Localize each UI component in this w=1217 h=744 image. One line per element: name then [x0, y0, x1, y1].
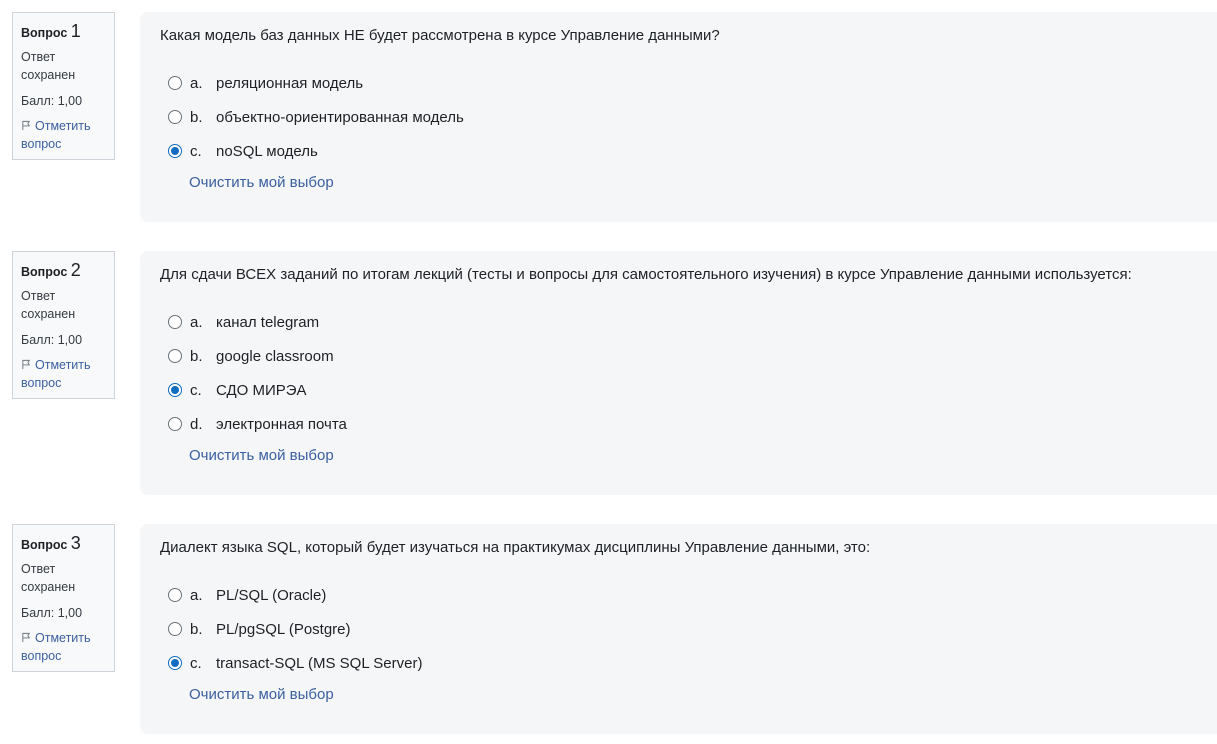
flag-question-link[interactable]: Отметить вопрос: [21, 117, 106, 153]
option-label: электронная почта: [216, 415, 347, 433]
radio-button[interactable]: [168, 622, 182, 636]
question-info-panel: Вопрос 1 Ответ сохранен Балл: 1,00 Отмет…: [12, 12, 115, 160]
answer-option-b[interactable]: b. PL/pgSQL (Postgre): [160, 612, 1197, 646]
radio-button[interactable]: [168, 588, 182, 602]
question-number-value: 1: [70, 21, 81, 41]
option-letter: b.: [190, 620, 203, 638]
clear-choice-link[interactable]: Очистить мой выбор: [189, 686, 334, 703]
answer-option-a[interactable]: a. канал telegram: [160, 305, 1197, 339]
radio-button[interactable]: [168, 76, 182, 90]
option-letter: c.: [190, 654, 202, 672]
option-label: реляционная модель: [216, 74, 364, 92]
flag-question-link[interactable]: Отметить вопрос: [21, 629, 106, 665]
radio-button[interactable]: [168, 315, 182, 329]
flag-icon: [22, 632, 31, 643]
option-letter: a.: [190, 586, 203, 604]
question-text: Какая модель баз данных НЕ будет рассмот…: [160, 27, 720, 44]
question-text: Для сдачи ВСЕХ заданий по итогам лекций …: [160, 266, 1132, 283]
option-letter: c.: [190, 381, 202, 399]
option-letter: d.: [190, 415, 203, 433]
question-grade: Балл: 1,00: [21, 333, 83, 347]
clear-choice-link[interactable]: Очистить мой выбор: [189, 174, 334, 191]
radio-button[interactable]: [168, 417, 182, 431]
flag-icon: [22, 120, 31, 131]
question-word: Вопрос: [21, 265, 68, 279]
radio-button-selected[interactable]: [168, 656, 182, 670]
option-letter: b.: [190, 108, 203, 126]
question-word: Вопрос: [21, 538, 68, 552]
question-content: Для сдачи ВСЕХ заданий по итогам лекций …: [140, 251, 1217, 495]
option-label: канал telegram: [216, 313, 320, 331]
option-label: google classroom: [216, 347, 334, 365]
question-content: Какая модель баз данных НЕ будет рассмот…: [140, 12, 1217, 222]
option-letter: a.: [190, 74, 203, 92]
answer-options: a. реляционная модель b. объектно-ориент…: [160, 66, 1197, 192]
question-number-value: 2: [70, 260, 81, 280]
option-label: transact-SQL (MS SQL Server): [216, 654, 423, 672]
option-letter: b.: [190, 347, 203, 365]
question-state: Ответ сохранен: [21, 50, 76, 82]
answer-option-b[interactable]: b. google classroom: [160, 339, 1197, 373]
question-info-panel: Вопрос 3 Ответ сохранен Балл: 1,00 Отмет…: [12, 524, 115, 672]
question-state: Ответ сохранен: [21, 562, 76, 594]
answer-option-a[interactable]: a. реляционная модель: [160, 66, 1197, 100]
option-label: PL/SQL (Oracle): [216, 586, 327, 604]
clear-choice-link[interactable]: Очистить мой выбор: [189, 447, 334, 464]
answer-option-b[interactable]: b. объектно-ориентированная модель: [160, 100, 1197, 134]
question-content: Диалект языка SQL, который будет изучать…: [140, 524, 1217, 734]
answer-options: a. канал telegram b. google classroom c.…: [160, 305, 1197, 465]
question-grade: Балл: 1,00: [21, 94, 83, 108]
option-letter: a.: [190, 313, 203, 331]
question-info-panel: Вопрос 2 Ответ сохранен Балл: 1,00 Отмет…: [12, 251, 115, 399]
radio-button[interactable]: [168, 110, 182, 124]
answer-option-c[interactable]: c. noSQL модель: [160, 134, 1197, 168]
question-word: Вопрос: [21, 26, 68, 40]
radio-button-selected[interactable]: [168, 144, 182, 158]
option-letter: c.: [190, 142, 202, 160]
question-number-value: 3: [70, 533, 81, 553]
question-text: Диалект языка SQL, который будет изучать…: [160, 539, 871, 556]
radio-button-selected[interactable]: [168, 383, 182, 397]
option-label: PL/pgSQL (Postgre): [216, 620, 351, 638]
question-number: Вопрос 2: [21, 261, 106, 281]
answer-option-c[interactable]: c. СДО МИРЭА: [160, 373, 1197, 407]
answer-option-c[interactable]: c. transact-SQL (MS SQL Server): [160, 646, 1197, 680]
option-label: объектно-ориентированная модель: [216, 108, 464, 126]
flag-question-link[interactable]: Отметить вопрос: [21, 356, 106, 392]
answer-options: a. PL/SQL (Oracle) b. PL/pgSQL (Postgre)…: [160, 578, 1197, 704]
answer-option-d[interactable]: d. электронная почта: [160, 407, 1197, 441]
flag-icon: [22, 359, 31, 370]
question-number: Вопрос 1: [21, 22, 106, 42]
option-label: noSQL модель: [216, 142, 318, 160]
answer-option-a[interactable]: a. PL/SQL (Oracle): [160, 578, 1197, 612]
question-number: Вопрос 3: [21, 534, 106, 554]
question-state: Ответ сохранен: [21, 289, 76, 321]
question-grade: Балл: 1,00: [21, 606, 83, 620]
option-label: СДО МИРЭА: [216, 381, 307, 399]
radio-button[interactable]: [168, 349, 182, 363]
